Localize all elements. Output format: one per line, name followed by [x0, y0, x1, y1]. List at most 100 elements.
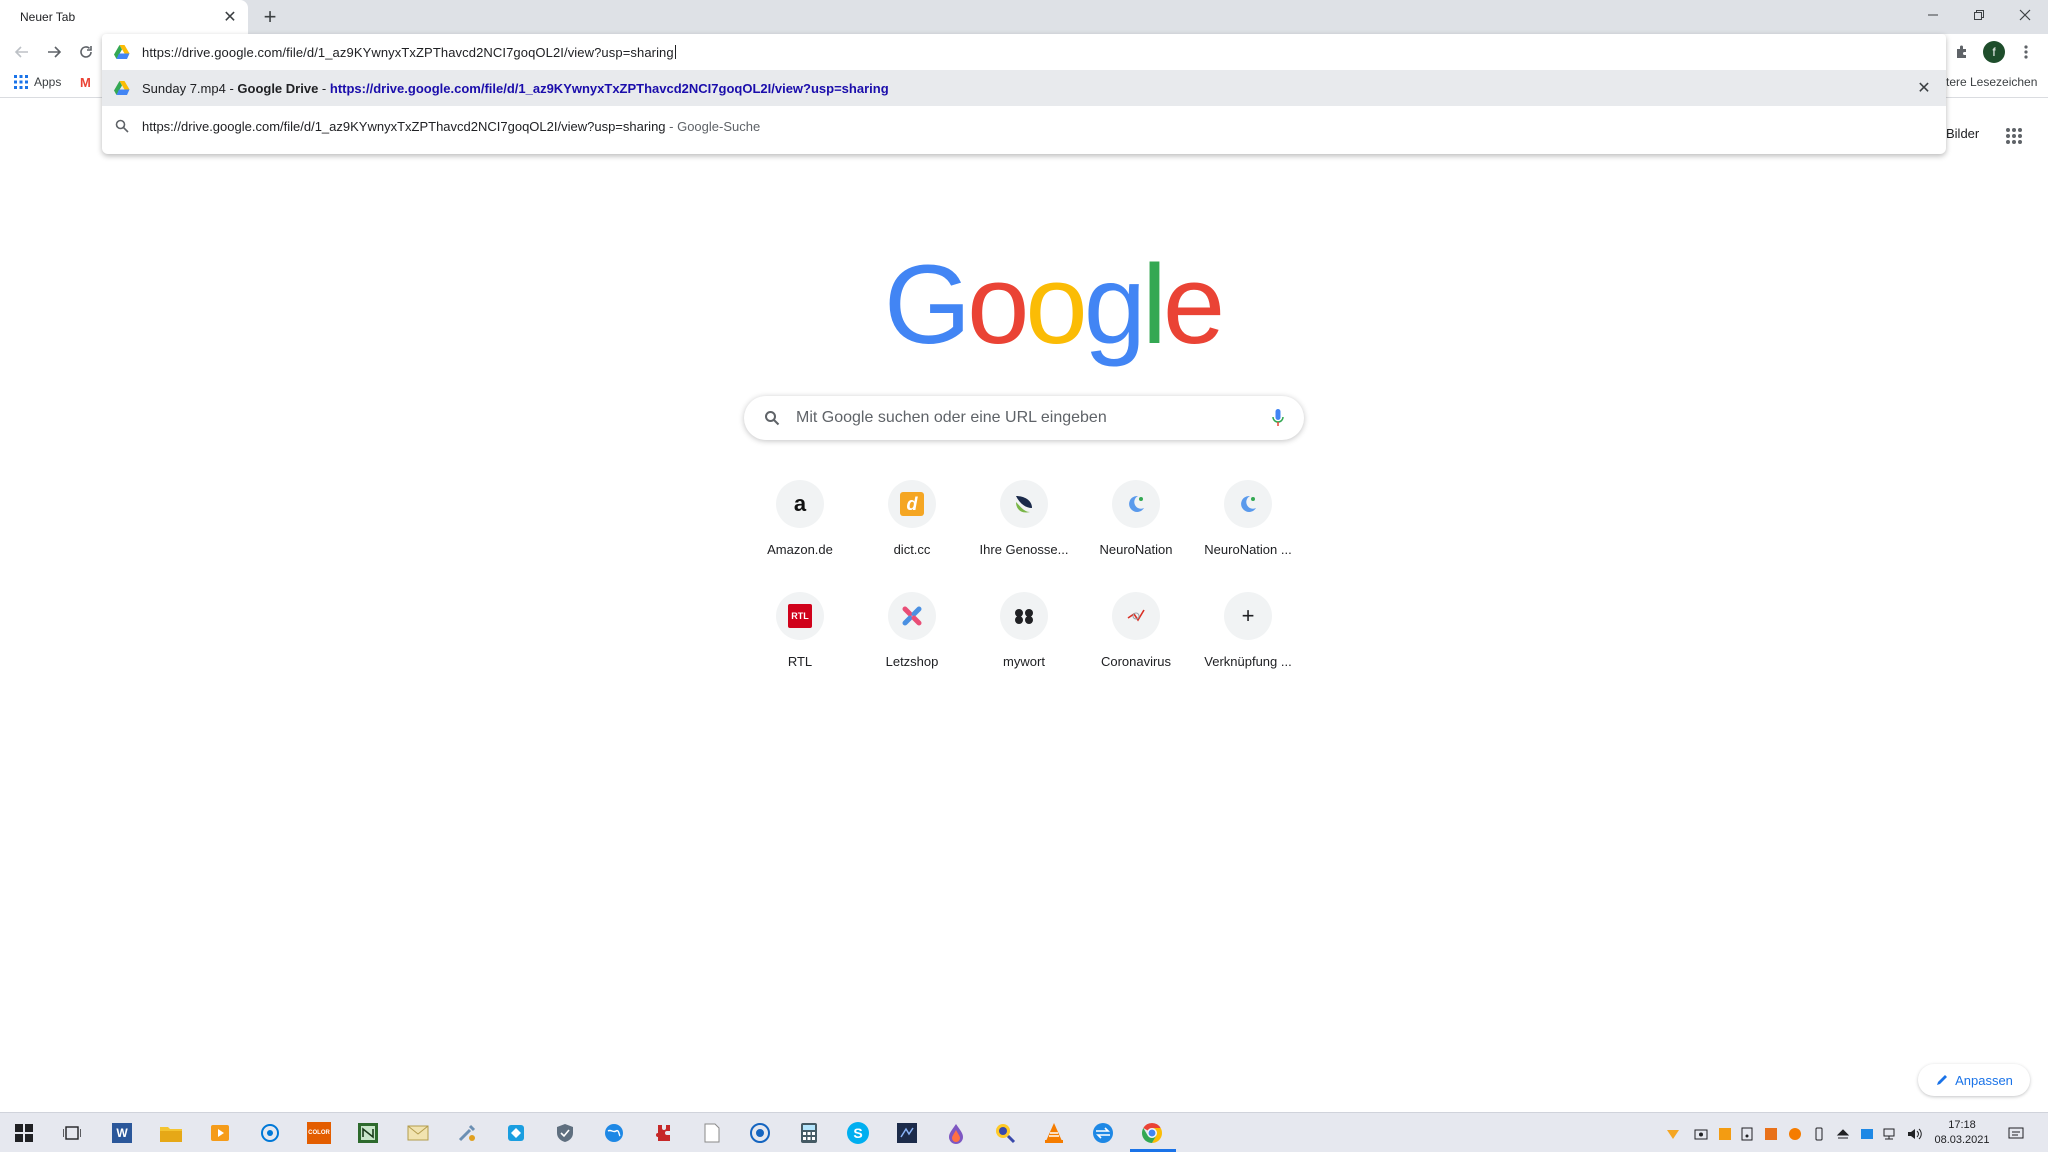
tile-amazon[interactable]: a Amazon.de: [744, 464, 856, 576]
vlc-icon[interactable]: [1040, 1119, 1068, 1147]
app-drop-icon[interactable]: [942, 1119, 970, 1147]
ntp-search-box[interactable]: Mit Google suchen oder eine URL eingeben: [744, 396, 1304, 440]
tile-label: dict.cc: [893, 542, 931, 557]
neuronation-icon: [1224, 480, 1272, 528]
blank-document-icon[interactable]: [698, 1119, 726, 1147]
chrome-icon[interactable]: [1138, 1119, 1166, 1147]
google-apps-icon[interactable]: [2000, 122, 2028, 150]
suggestion-drive[interactable]: Sunday 7.mp4 - Google Drive - https://dr…: [102, 70, 1946, 106]
bookmark-apps[interactable]: Apps: [14, 75, 61, 89]
tile-label: mywort: [1003, 654, 1045, 669]
tray-notification-icon[interactable]: [1664, 1125, 1682, 1143]
tray-orange-icon[interactable]: [1762, 1125, 1780, 1143]
profile-initial: f: [1983, 41, 2005, 63]
plus-icon: +: [1224, 592, 1272, 640]
tray-blue-app-icon[interactable]: [1858, 1125, 1876, 1143]
forward-icon[interactable]: [40, 38, 68, 66]
app-dark-icon[interactable]: [893, 1119, 921, 1147]
customize-button[interactable]: Anpassen: [1918, 1064, 2030, 1096]
file-explorer-icon[interactable]: [157, 1119, 185, 1147]
gmail-icon[interactable]: M: [80, 75, 91, 90]
media-player-icon[interactable]: [206, 1119, 234, 1147]
profile-avatar[interactable]: f: [1980, 38, 2008, 66]
suggestion-search[interactable]: https://drive.google.com/file/d/1_az9KYw…: [102, 108, 1946, 144]
tray-phone-icon[interactable]: [1810, 1125, 1828, 1143]
pencil-icon: [1937, 1075, 1948, 1085]
minimize-icon[interactable]: [1910, 0, 1956, 30]
google-drive-icon: [102, 45, 142, 59]
tray-app-icon[interactable]: [1716, 1125, 1734, 1143]
tile-label: Coronavirus: [1100, 654, 1172, 669]
tray-drive-icon[interactable]: [1738, 1125, 1756, 1143]
tab-close-icon[interactable]: ✕: [218, 5, 242, 29]
omnibox-text: https://drive.google.com/file/d/1_az9KYw…: [142, 44, 674, 60]
skype-icon[interactable]: S: [844, 1119, 872, 1147]
coronavirus-icon: [1112, 592, 1160, 640]
suggestion-suffix: - Google-Suche: [665, 118, 761, 134]
app-circle-icon[interactable]: [746, 1119, 774, 1147]
app-target-icon[interactable]: [256, 1119, 284, 1147]
network-icon[interactable]: [1882, 1125, 1900, 1143]
app-diamond-icon[interactable]: [502, 1119, 530, 1147]
tray-eject-icon[interactable]: [1834, 1125, 1852, 1143]
tile-add-shortcut[interactable]: + Verknüpfung ...: [1192, 576, 1304, 688]
tile-neuronation[interactable]: NeuroNation: [1080, 464, 1192, 576]
google-drive-icon: [102, 81, 142, 95]
task-view-icon[interactable]: [58, 1119, 86, 1147]
tile-label: Ihre Genosse...: [979, 542, 1069, 557]
omnibox-dropdown: https://drive.google.com/file/d/1_az9KYw…: [102, 34, 1946, 154]
tab-new-tab[interactable]: Neuer Tab ✕: [0, 0, 248, 34]
app-schulen-icon[interactable]: [354, 1119, 382, 1147]
word-icon[interactable]: W: [108, 1119, 136, 1147]
clock-date: 08.03.2021: [1934, 1134, 1990, 1146]
tray-game-icon[interactable]: [1786, 1125, 1804, 1143]
neuronation-icon: [1112, 480, 1160, 528]
mywort-icon: [1000, 592, 1048, 640]
windows-taskbar: W COLOR S 17:18 08.03.2021: [0, 1112, 2048, 1152]
suggestion-query: https://drive.google.com/file/d/1_az9KYw…: [142, 118, 666, 134]
app-puzzle-icon[interactable]: [649, 1119, 677, 1147]
tile-rtl[interactable]: RTL RTL: [744, 576, 856, 688]
extensions-icon[interactable]: [1948, 38, 1976, 66]
tile-label: RTL: [787, 654, 813, 669]
voice-search-icon[interactable]: [1272, 409, 1284, 427]
tile-neuronation-2[interactable]: NeuroNation ...: [1192, 464, 1304, 576]
taskbar-clock[interactable]: 17:18 08.03.2021: [1922, 1118, 2002, 1148]
app-tools-icon[interactable]: [453, 1119, 481, 1147]
search-icon: [764, 410, 780, 426]
suggestion-title: Sunday 7.mp4 -: [142, 80, 238, 96]
calculator-icon[interactable]: [795, 1119, 823, 1147]
tile-dictcc[interactable]: d dict.cc: [856, 464, 968, 576]
customize-label: Anpassen: [1955, 1072, 2013, 1088]
app-search-tool-icon[interactable]: [991, 1119, 1019, 1147]
app-globe-icon[interactable]: [600, 1119, 628, 1147]
app-shield-icon[interactable]: [551, 1119, 579, 1147]
clock-time: 17:18: [1948, 1119, 1976, 1131]
logo-letter: o: [1025, 242, 1087, 367]
mail-envelope-icon[interactable]: [404, 1119, 432, 1147]
menu-kebab-icon[interactable]: [2012, 38, 2040, 66]
restore-icon[interactable]: [1956, 0, 2002, 30]
back-icon[interactable]: [8, 38, 36, 66]
tray-camera-icon[interactable]: [1692, 1125, 1710, 1143]
tile-genossenschaft[interactable]: Ihre Genosse...: [968, 464, 1080, 576]
dictcc-icon: d: [888, 480, 936, 528]
reload-icon[interactable]: [72, 38, 100, 66]
windows-start-icon[interactable]: [10, 1119, 38, 1147]
tile-letzshop[interactable]: Letzshop: [856, 576, 968, 688]
action-center-icon[interactable]: [2006, 1125, 2026, 1143]
tile-label: NeuroNation ...: [1204, 542, 1292, 557]
other-bookmarks[interactable]: tere Lesezeichen: [1946, 75, 2037, 89]
logo-letter: g: [1083, 242, 1146, 367]
tile-mywort[interactable]: mywort: [968, 576, 1080, 688]
remove-suggestion-icon[interactable]: ✕: [1912, 76, 1936, 100]
bookmark-apps-label: Apps: [34, 75, 62, 89]
tile-coronavirus[interactable]: Coronavirus: [1080, 576, 1192, 688]
close-window-icon[interactable]: [2002, 0, 2048, 30]
images-link[interactable]: Bilder: [1946, 126, 1979, 141]
tile-label: Verknüpfung ...: [1204, 654, 1292, 669]
omnibox-input[interactable]: https://drive.google.com/file/d/1_az9KYw…: [102, 34, 1946, 70]
color-app-icon[interactable]: COLOR: [305, 1119, 333, 1147]
app-sync-icon[interactable]: [1089, 1119, 1117, 1147]
new-tab-button[interactable]: +: [256, 3, 284, 31]
